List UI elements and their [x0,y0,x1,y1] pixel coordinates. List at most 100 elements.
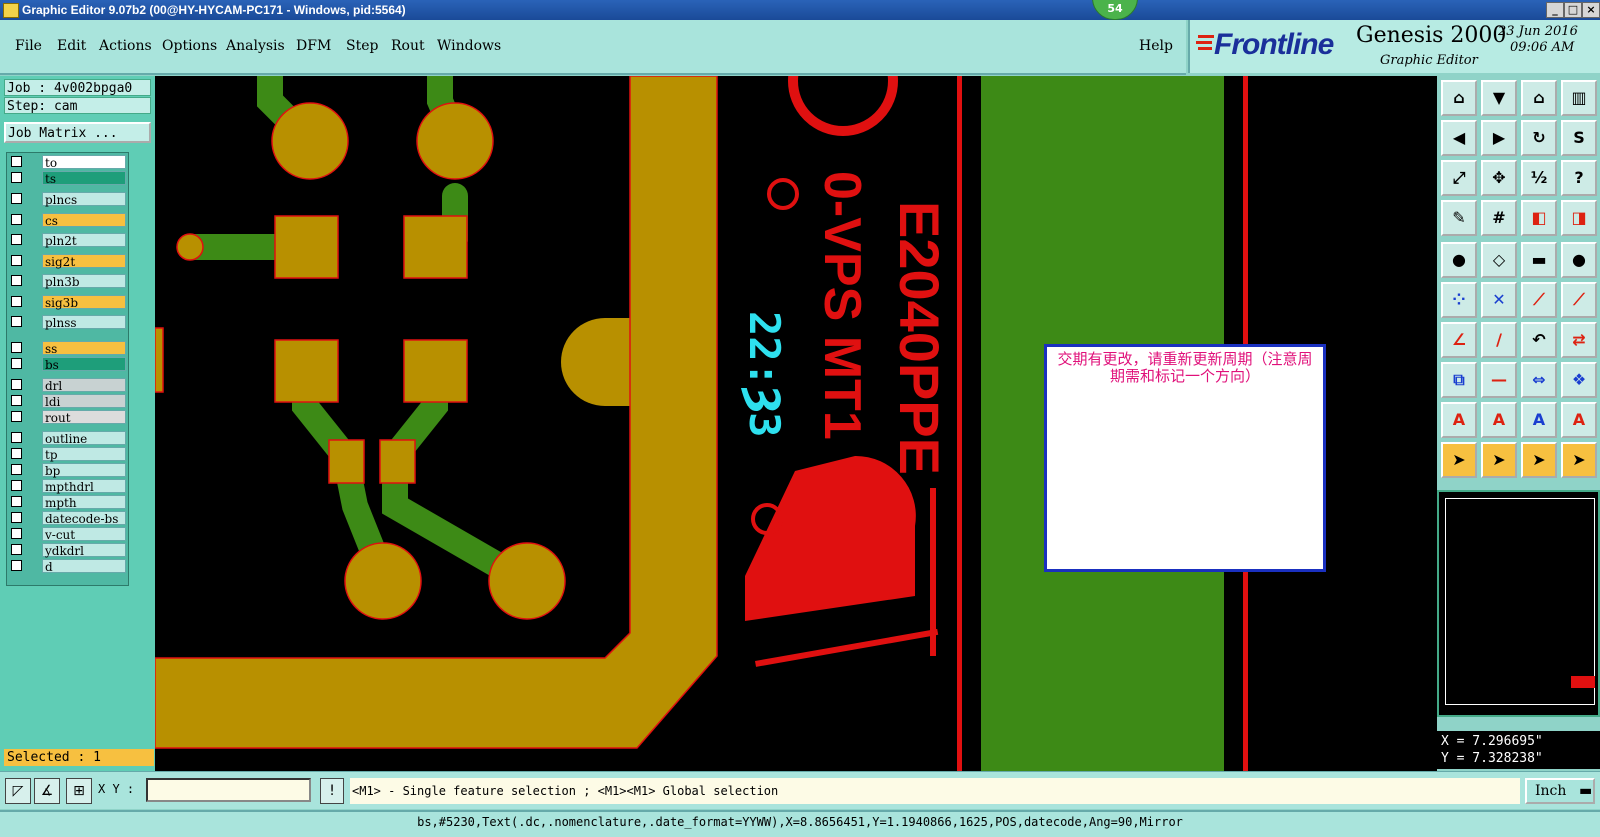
layer-checkbox[interactable] [11,479,22,491]
layer-checkbox[interactable] [11,410,22,422]
layer-name[interactable]: rout [42,409,126,425]
add-shape-icon[interactable]: ◇ [1481,242,1517,278]
resize-icon[interactable]: ⇔ [1521,362,1557,398]
select-pointer-icon[interactable]: ➤ [1441,442,1477,478]
layer-row-ss[interactable]: ss [9,340,128,356]
snap-icon[interactable]: S [1561,120,1597,156]
layer-row-d[interactable]: d [9,558,128,574]
layer-row-sig2t[interactable]: sig2t [9,253,128,269]
zoom-home-icon[interactable]: ⌂ [1441,80,1477,116]
overview-minimap[interactable] [1437,490,1600,717]
layer-row-drl[interactable]: drl [9,377,128,393]
layer-checkbox[interactable] [11,559,22,571]
menu-dfm[interactable]: DFM [296,38,331,54]
layer-checkbox[interactable] [11,213,22,225]
group-icon[interactable]: ❖ [1561,362,1597,398]
layer-row-outline[interactable]: outline [9,430,128,446]
line-edit-icon[interactable]: ⟋ [1561,282,1597,318]
layer-name[interactable]: bp [42,462,126,478]
close-button[interactable]: × [1582,2,1600,18]
layer-name[interactable]: outline [42,430,126,446]
layer-name[interactable]: cs [42,212,126,228]
layer-checkbox[interactable] [11,357,22,369]
angle-icon[interactable]: ∠ [1441,322,1477,358]
layer-row-pln3b[interactable]: pln3b [9,274,128,289]
minimize-button[interactable]: _ [1546,2,1564,18]
delete-node-icon[interactable]: ✕ [1481,282,1517,318]
menu-analysis[interactable]: Analysis [226,38,285,54]
select-box-icon[interactable]: ➤ [1481,442,1517,478]
layer-name[interactable]: bs [42,356,126,372]
layer-checkbox[interactable] [11,193,22,204]
layer-mode-alt-icon[interactable]: ◨ [1561,200,1597,236]
layer-name[interactable]: ss [42,340,126,356]
menu-actions[interactable]: Actions [99,38,152,54]
pan-right-icon[interactable]: ▶ [1481,120,1517,156]
help-icon[interactable]: ? [1561,160,1597,196]
zoom-in-icon[interactable]: ✥ [1481,160,1517,196]
xy-input[interactable] [146,778,311,802]
layer-name[interactable]: mpth [42,494,126,510]
menu-step[interactable]: Step [346,38,378,54]
layer-row-tp[interactable]: tp [9,446,128,462]
layer-name[interactable]: plncs [42,192,126,207]
layer-row-ts[interactable]: ts [9,171,128,186]
layer-checkbox[interactable] [11,378,22,390]
layer-name[interactable]: to [42,155,126,170]
layer-checkbox[interactable] [11,156,22,167]
window-split-icon[interactable]: ▥ [1561,80,1597,116]
line-add-icon[interactable]: ⟋ [1521,282,1557,318]
layer-name[interactable]: v-cut [42,526,126,542]
ruler-icon[interactable]: ▬ [1521,242,1557,278]
measure-icon[interactable]: ✎ [1441,200,1477,236]
slash-icon[interactable]: / [1481,322,1517,358]
text-edit-icon[interactable]: A [1521,402,1557,438]
units-select[interactable]: Inch ▬ [1525,778,1595,804]
house-icon[interactable]: ⌂ [1521,80,1557,116]
layer-name[interactable]: plnss [42,315,126,330]
layer-checkbox[interactable] [11,234,22,245]
exclamation-icon[interactable]: ! [320,778,344,804]
rotate-icon[interactable]: ↶ [1521,322,1557,358]
layer-name[interactable]: pln2t [42,233,126,248]
layer-mode-icon[interactable]: ◧ [1521,200,1557,236]
pan-left-icon[interactable]: ◀ [1441,120,1477,156]
job-matrix-button[interactable]: Job Matrix ... [4,122,151,143]
layer-checkbox[interactable] [11,463,22,475]
mirror-icon[interactable]: ⇄ [1561,322,1597,358]
menu-windows[interactable]: Windows [437,38,501,54]
circle-pad-icon[interactable]: ● [1561,242,1597,278]
menu-help[interactable]: Help [1139,38,1173,54]
layer-row-sig3b[interactable]: sig3b [9,294,128,310]
layer-row-bs[interactable]: bs [9,356,128,372]
scale-1to2-icon[interactable]: ½ [1521,160,1557,196]
copy-icon[interactable]: ⧉ [1441,362,1477,398]
menu-file[interactable]: File [15,38,42,54]
layer-name[interactable]: ydkdrl [42,542,126,558]
layer-name[interactable]: ts [42,171,126,186]
redo-icon[interactable]: ↻ [1521,120,1557,156]
layer-name[interactable]: pln3b [42,274,126,289]
grid-icon[interactable]: # [1481,200,1517,236]
zoom-fit-icon[interactable]: ⤢ [1441,160,1477,196]
layer-row-ldi[interactable]: ldi [9,393,128,409]
layer-name[interactable]: ldi [42,393,126,409]
layer-row-bp[interactable]: bp [9,462,128,478]
menu-rout[interactable]: Rout [391,38,425,54]
text-up-icon[interactable]: A [1481,402,1517,438]
layer-row-mpth[interactable]: mpth [9,494,128,510]
select-circle-icon[interactable]: ➤ [1521,442,1557,478]
layer-checkbox[interactable] [11,543,22,555]
layer-checkbox[interactable] [11,394,22,406]
layer-checkbox[interactable] [11,275,22,286]
layer-row-cs[interactable]: cs [9,212,128,228]
snap-corner-icon[interactable]: ◸ [5,778,31,804]
layer-name[interactable]: sig3b [42,294,126,310]
layer-name[interactable]: mpthdrl [42,478,126,494]
text-size-icon[interactable]: A [1561,402,1597,438]
layer-checkbox[interactable] [11,447,22,459]
layer-row-mpthdrl[interactable]: mpthdrl [9,478,128,494]
layer-checkbox[interactable] [11,431,22,443]
text-add-icon[interactable]: A [1441,402,1477,438]
layer-row-rout[interactable]: rout [9,409,128,425]
